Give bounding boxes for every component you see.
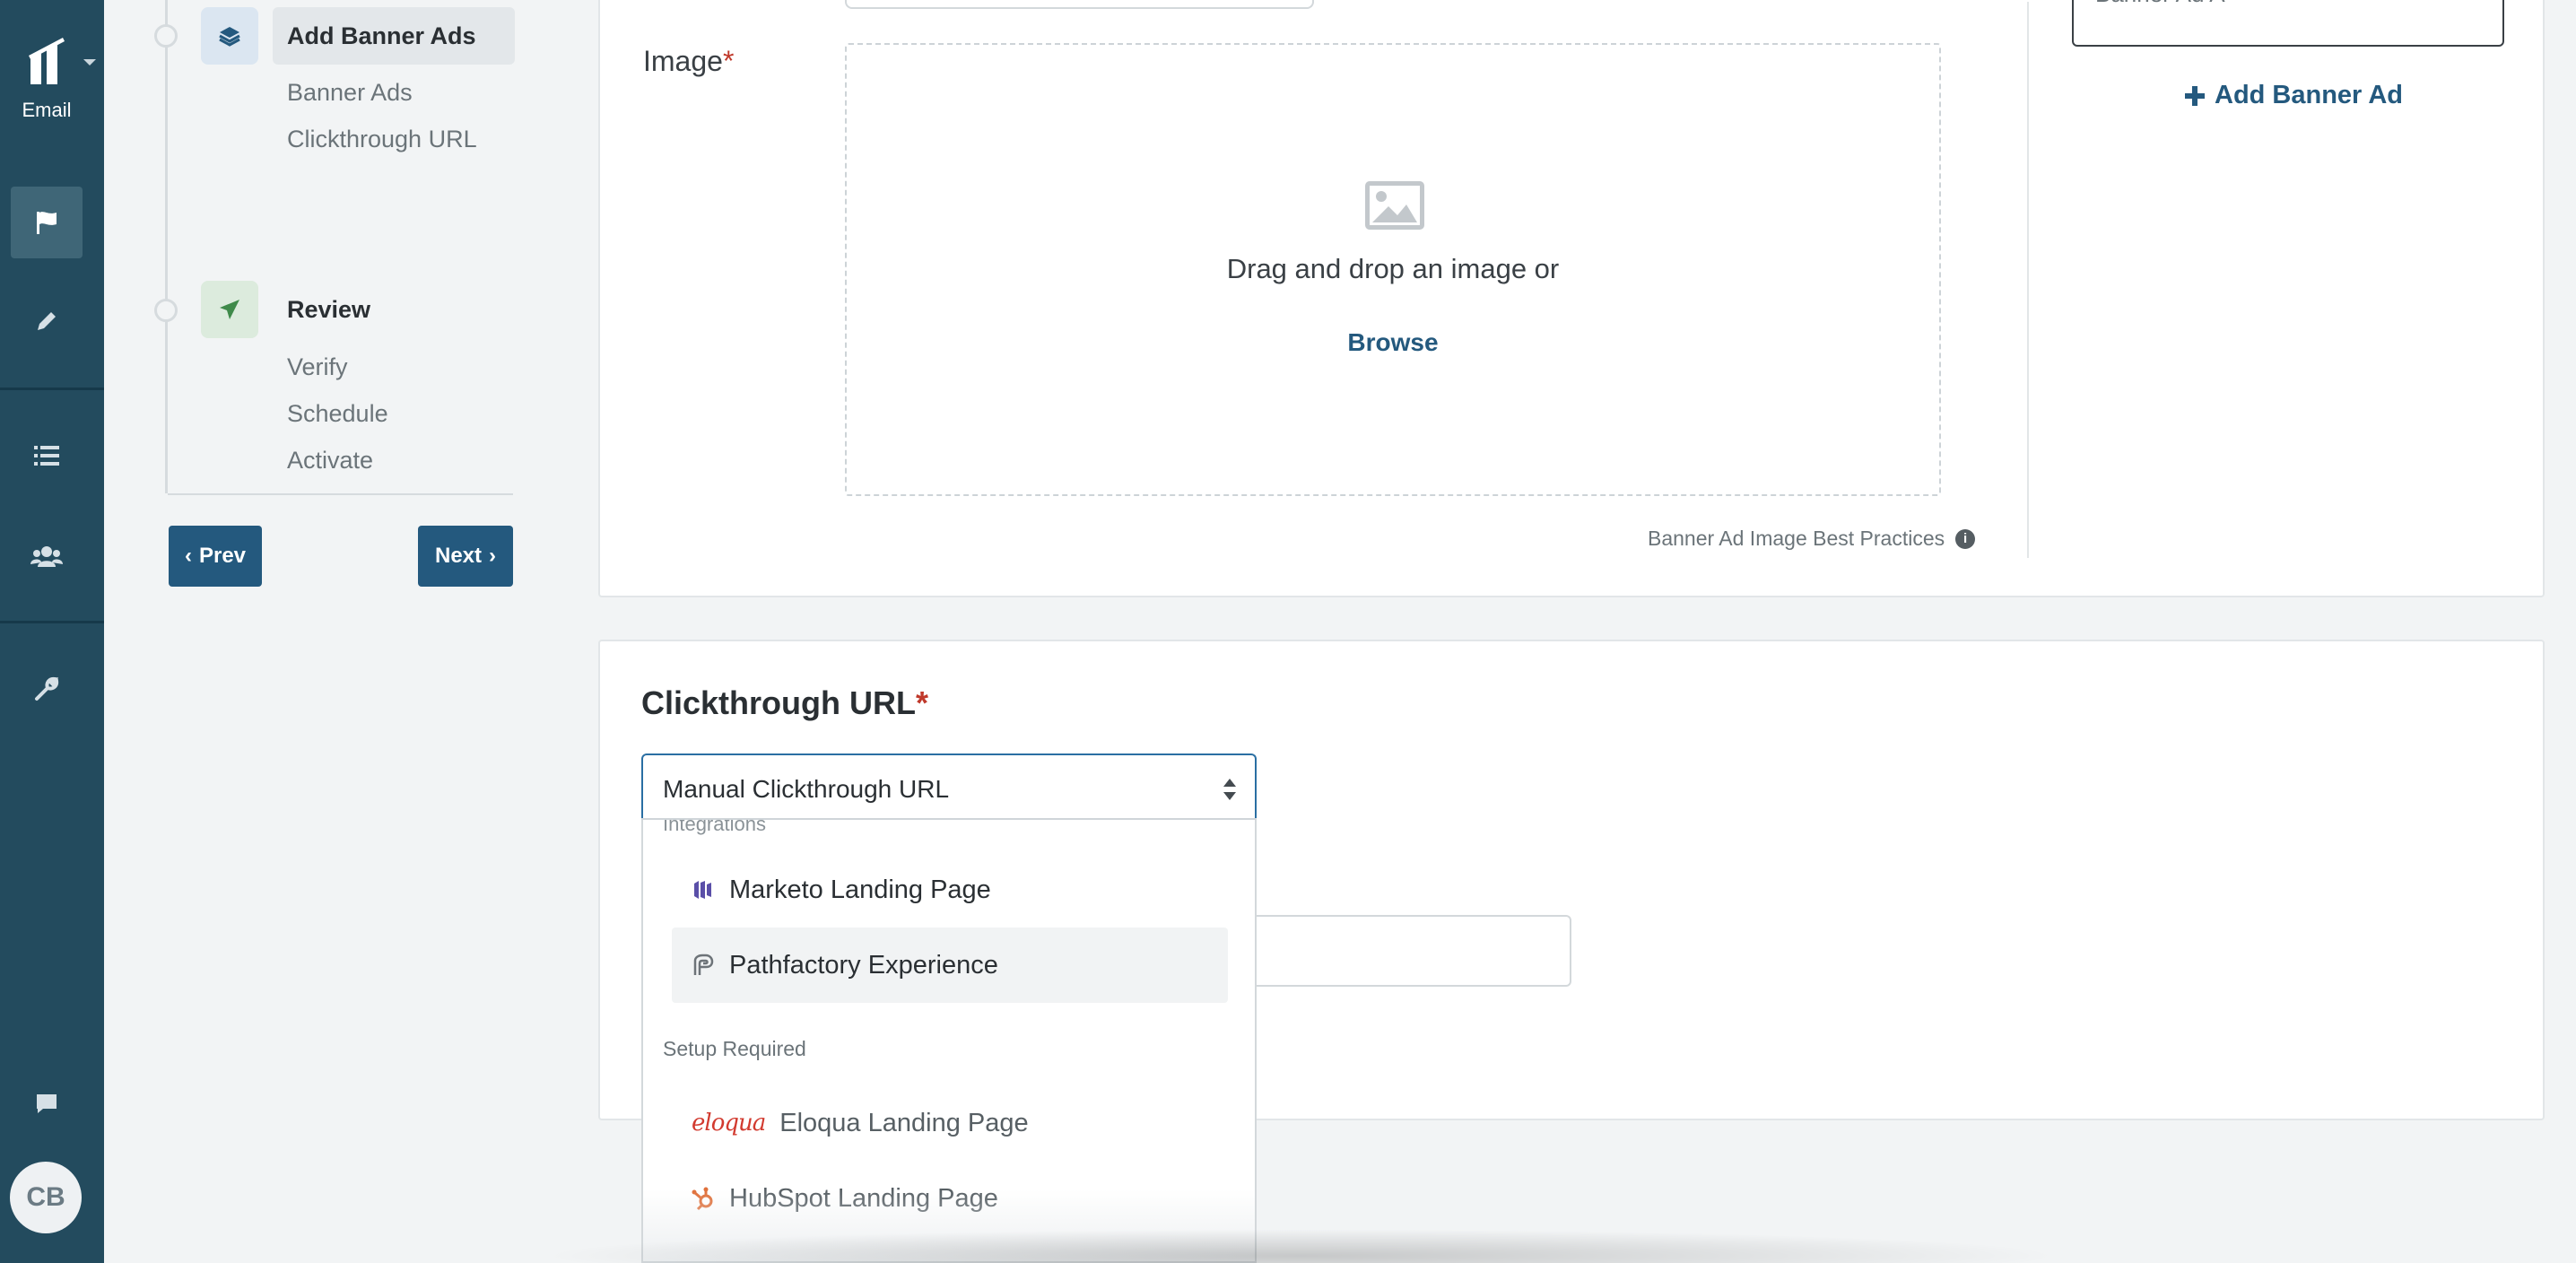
- select-value: Manual Clickthrough URL: [663, 775, 950, 803]
- sort-arrows-icon: [1223, 779, 1236, 800]
- substep-banner-ads[interactable]: Banner Ads: [287, 79, 413, 107]
- step-add-banner-ads[interactable]: Add Banner Ads: [273, 7, 515, 65]
- chevron-right-icon: ›: [489, 544, 497, 568]
- layers-icon: [201, 7, 258, 65]
- prev-label: Prev: [198, 544, 247, 568]
- image-card: Image* Drag and drop an image or Browse …: [598, 0, 2545, 597]
- step-track: [165, 0, 168, 493]
- rail-list-button[interactable]: [11, 420, 83, 492]
- banner-ad-item[interactable]: Banner Ad A: [2072, 0, 2504, 47]
- step-marker: [154, 24, 178, 48]
- bottom-shadow: [538, 1229, 2063, 1263]
- best-practices-link[interactable]: Banner Ad Image Best Practices i: [1648, 527, 1976, 551]
- banner-ad-label: Banner Ad A: [2095, 0, 2225, 8]
- chevron-left-icon: ‹: [184, 544, 192, 568]
- flag-icon: [37, 212, 57, 234]
- image-label: Image*: [643, 45, 735, 77]
- nav-divider: [168, 493, 513, 495]
- column-divider: [2027, 2, 2029, 558]
- browse-link[interactable]: Browse: [847, 328, 1939, 357]
- dropzone-text: Drag and drop an image or: [1226, 253, 1560, 284]
- next-button[interactable]: Next ›: [418, 526, 513, 587]
- rail-edit-button[interactable]: [11, 285, 83, 357]
- clickthrough-type-select[interactable]: Manual Clickthrough URL: [641, 753, 1257, 822]
- substep-clickthrough-url[interactable]: Clickthrough URL: [287, 126, 477, 153]
- chat-icon: [37, 1094, 57, 1113]
- add-banner-ad-label: Add Banner Ad: [2215, 81, 2403, 109]
- info-icon: i: [1955, 528, 1976, 549]
- image-icon: [1365, 181, 1424, 230]
- group-label-integrations: Integrations: [663, 818, 766, 835]
- option-label: Eloqua Landing Page: [779, 1108, 1029, 1137]
- logo-icon: [29, 38, 65, 84]
- marketo-icon: [694, 881, 711, 899]
- send-icon: [201, 281, 258, 338]
- eloqua-icon: eloqua: [692, 1110, 766, 1137]
- clickthrough-title: Clickthrough URL*: [641, 684, 928, 721]
- rail-divider: [0, 388, 104, 390]
- pathfactory-icon: [693, 954, 714, 975]
- best-practices-label: Banner Ad Image Best Practices: [1648, 527, 1945, 550]
- plus-icon: [2185, 85, 2205, 106]
- rail-users-button[interactable]: [11, 520, 83, 592]
- pencil-icon: [38, 312, 56, 330]
- app-root: Email CB Add Banner Ads Banner Ads Click…: [0, 0, 2576, 1263]
- app-rail: Email CB: [0, 0, 104, 1263]
- option-pathfactory-experience[interactable]: Pathfactory Experience: [672, 928, 1228, 1003]
- option-eloqua-landing-page[interactable]: eloqua Eloqua Landing Page: [672, 1085, 1228, 1161]
- image-dropzone[interactable]: Drag and drop an image or Browse: [845, 43, 1941, 496]
- rail-divider: [0, 621, 104, 623]
- option-label: Marketo Landing Page: [729, 875, 991, 904]
- prev-button[interactable]: ‹ Prev: [169, 526, 262, 587]
- product-label: Email: [22, 99, 72, 121]
- add-banner-ad-button[interactable]: Add Banner Ad: [2184, 81, 2403, 110]
- rail-campaigns-button[interactable]: [11, 187, 83, 258]
- option-label: Pathfactory Experience: [729, 950, 998, 980]
- group-label-setup-required: Setup Required: [663, 1037, 806, 1060]
- list-icon: [34, 446, 59, 466]
- product-switcher[interactable]: Email: [0, 36, 104, 126]
- step-marker: [154, 299, 178, 322]
- avatar[interactable]: CB: [10, 1162, 82, 1233]
- step-review[interactable]: Review: [287, 296, 370, 324]
- substep-activate[interactable]: Activate: [287, 447, 373, 475]
- substep-schedule[interactable]: Schedule: [287, 400, 388, 428]
- option-marketo-landing-page[interactable]: Marketo Landing Page: [672, 852, 1228, 928]
- substep-verify[interactable]: Verify: [287, 353, 348, 381]
- clickthrough-options-dropdown: Integrations Marketo Landing Page Pathfa…: [641, 818, 1257, 1263]
- chevron-down-icon: [83, 59, 96, 65]
- wrench-icon: [35, 676, 59, 701]
- users-icon: [30, 546, 63, 567]
- next-label: Next: [434, 544, 483, 568]
- rail-chat-button[interactable]: [11, 1067, 83, 1139]
- text-input[interactable]: [845, 0, 1314, 9]
- clickthrough-url-input[interactable]: [1247, 915, 1571, 987]
- rail-settings-button[interactable]: [11, 653, 83, 725]
